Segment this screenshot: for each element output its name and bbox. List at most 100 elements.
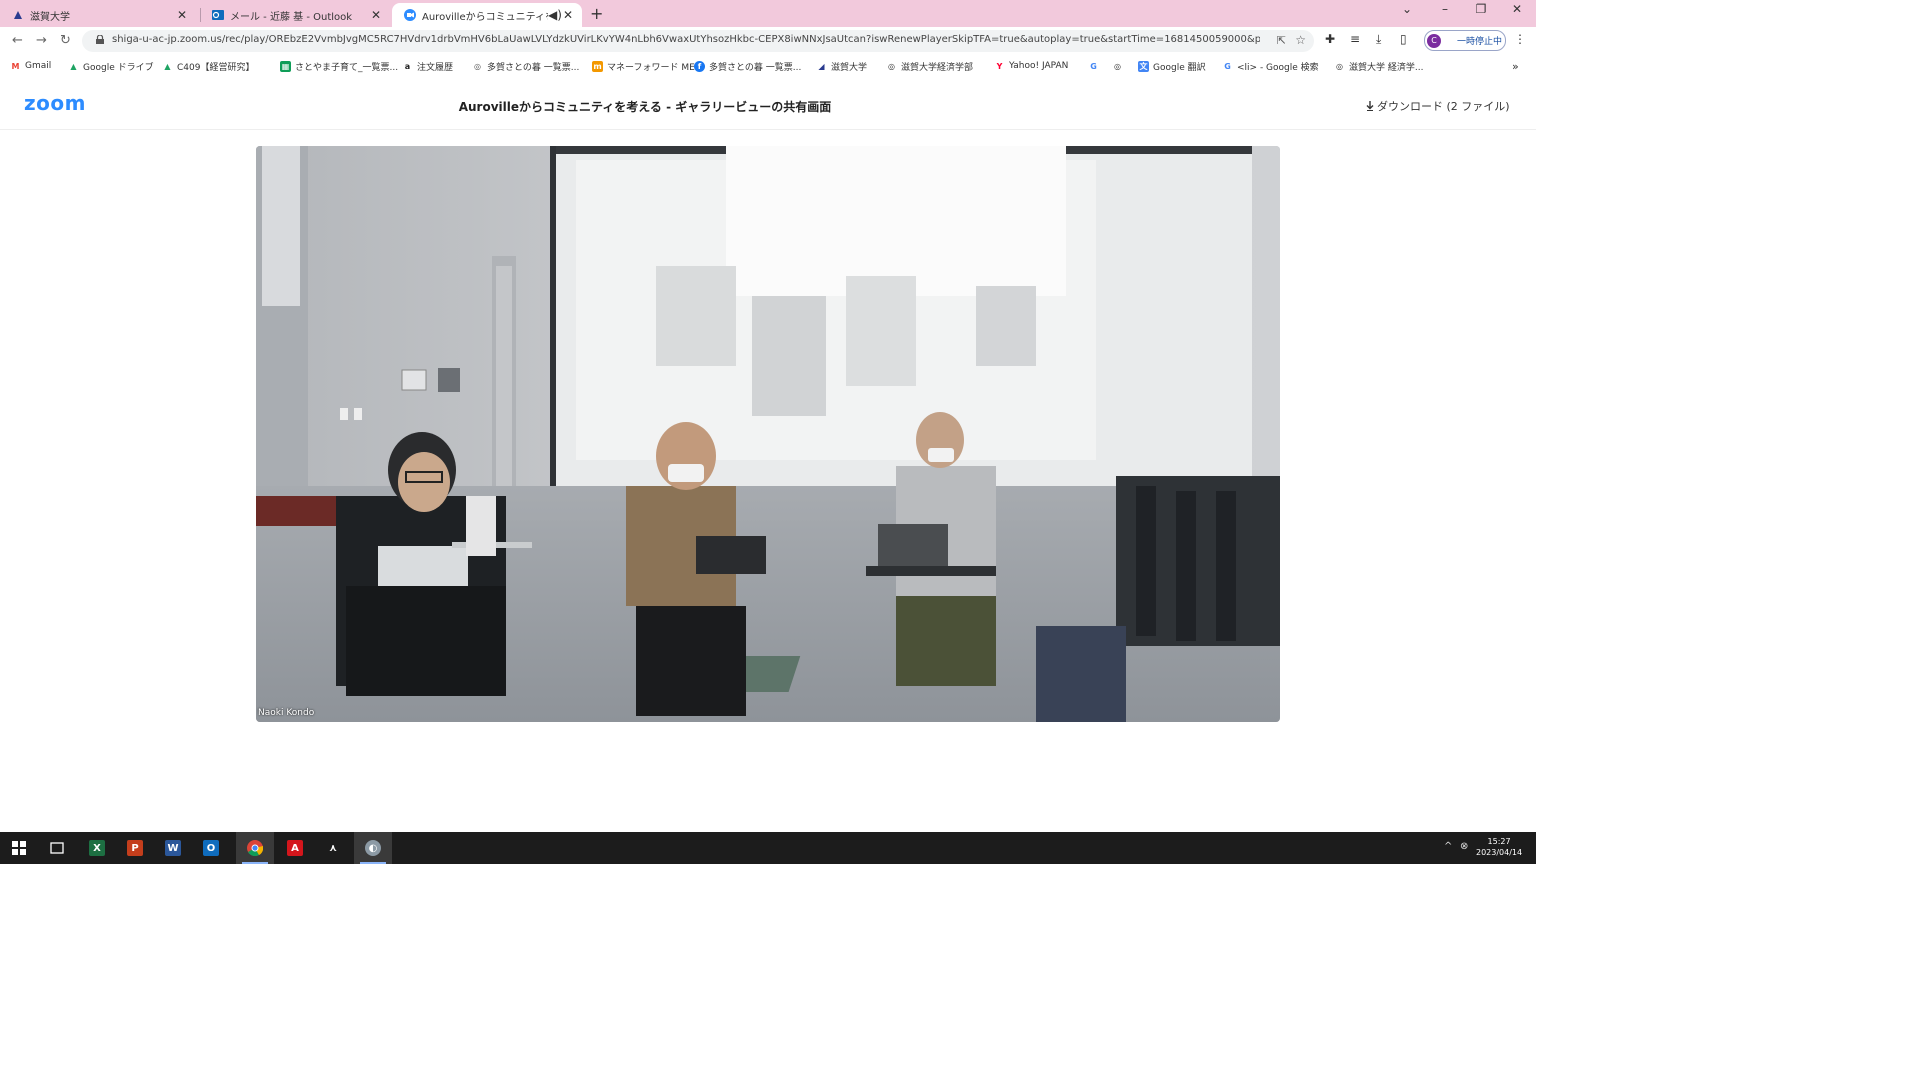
bookmark-label: 滋賀大学 経済学... — [1349, 62, 1424, 73]
close-window-icon[interactable]: ✕ — [1506, 2, 1528, 16]
url-text[interactable]: shiga-u-ac-jp.zoom.us/rec/play/OREbzE2Vv… — [112, 34, 1260, 45]
download-icon[interactable]: ⤓ — [1376, 32, 1381, 47]
browser-toolbar: ← → ↻ shiga-u-ac-jp.zoom.us/rec/play/ORE… — [0, 27, 1536, 55]
taskbar-acrobat[interactable]: A — [276, 832, 314, 864]
bookmark-label: 多賀さとの暮 一覧票... — [487, 62, 580, 73]
bookmark-item[interactable]: ▲ C409【経営研究】 — [162, 60, 254, 73]
bookmark-item[interactable]: ▲ Google ドライブ — [68, 60, 153, 73]
bookmark-item[interactable]: ◎ 滋賀大学経済学部 — [886, 60, 973, 73]
globe-icon: ◎ — [1114, 61, 1121, 71]
tab-title: 滋賀大学 — [30, 11, 70, 23]
bookmark-item[interactable]: ◢ 滋賀大学 — [816, 60, 868, 73]
sheets-icon: ▦ — [280, 60, 291, 72]
bookmarks-bar: M Gmail ▲ Google ドライブ ▲ C409【経営研究】 ▦ さとやま子育て… — [0, 55, 1536, 78]
bookmark-label: Google 翻訳 — [1153, 62, 1206, 73]
taskbar-excel[interactable]: X — [78, 832, 116, 864]
bookmark-label: 多賀さとの暮 一覧票... — [709, 62, 802, 73]
drive-icon: ▲ — [164, 61, 171, 71]
taskbar-chrome[interactable] — [236, 832, 274, 864]
yahoo-icon: Y — [996, 61, 1003, 71]
browser-tab-strip: 滋賀大学 ✕ メール - 近藤 基 - Outlook ✕ Aurovilleか… — [0, 0, 1536, 27]
bookmarks-overflow-icon[interactable]: » — [1512, 60, 1519, 73]
new-tab-button[interactable]: + — [590, 4, 603, 23]
download-label: ダウンロード (2 ファイル) — [1377, 100, 1510, 113]
bookmark-label: 注文履歴 — [417, 62, 454, 73]
taskbar-word[interactable]: W — [154, 832, 192, 864]
side-panel-icon[interactable]: ▯ — [1400, 32, 1407, 46]
active-app-indicator — [360, 862, 386, 864]
bookmark-item[interactable]: ▦ さとやま子育て_一覧票... — [280, 60, 399, 73]
google-icon: G — [1090, 61, 1097, 71]
bookmark-item[interactable]: G <li> - Google 検索 — [1222, 60, 1318, 73]
bookmark-label: Gmail — [25, 61, 52, 71]
page-title: Aurovilleからコミュニティを考える - ギャラリービューの共有画面 — [458, 100, 832, 114]
avatar: C — [1427, 33, 1441, 48]
menu-kebab-icon[interactable]: ⋮ — [1514, 32, 1526, 46]
globe-icon: ◎ — [1336, 61, 1343, 71]
bookmark-item[interactable]: M Gmail — [10, 60, 52, 72]
mf-icon: m — [592, 60, 603, 72]
close-tab-icon[interactable]: ✕ — [368, 8, 384, 22]
bookmark-label: Yahoo! JAPAN — [1009, 61, 1069, 71]
shiga-icon: ◢ — [818, 61, 825, 71]
minimize-window-icon[interactable]: – — [1434, 2, 1456, 16]
tab-title: メール - 近藤 基 - Outlook — [230, 11, 353, 23]
media-queue-icon[interactable]: ≡ — [1350, 32, 1360, 46]
bookmark-label: マネーフォワード ME — [607, 62, 695, 73]
excel-icon: X — [89, 840, 105, 856]
system-clock[interactable]: 15:27 2023/04/14 — [1476, 836, 1522, 858]
show-hidden-icons-icon[interactable]: ^ — [1444, 841, 1452, 852]
bookmark-item[interactable]: ◎ — [1112, 60, 1127, 72]
reload-icon[interactable]: ↻ — [60, 33, 71, 48]
task-view-button[interactable] — [38, 832, 76, 864]
bookmark-item[interactable]: m マネーフォワード ME — [592, 60, 695, 73]
chrome-icon — [247, 840, 263, 856]
speaker-name-label: Naoki Kondo — [258, 708, 315, 718]
start-icon — [12, 841, 26, 855]
back-arrow-icon[interactable]: ← — [12, 33, 23, 48]
tab-audio-icon[interactable]: ◀) — [548, 8, 562, 22]
taskbar-acrobat-reader[interactable]: ⋏ — [314, 832, 352, 864]
download-button[interactable]: ダウンロード (2 ファイル) — [1366, 98, 1510, 114]
forward-arrow-icon[interactable]: → — [36, 33, 47, 48]
extensions-puzzle-icon[interactable]: ✚ — [1325, 32, 1335, 46]
download-arrow-icon — [1366, 101, 1374, 111]
taskbar-powerpoint[interactable]: P — [116, 832, 154, 864]
translate-icon: 文 — [1138, 60, 1149, 72]
tab-title: Aurovilleからコミュニティを考える — [422, 11, 548, 23]
zoom-logo[interactable]: zoom — [24, 91, 86, 115]
facebook-icon: f — [694, 60, 705, 72]
globe-icon: ◎ — [474, 61, 481, 71]
taskbar-outlook[interactable]: O — [192, 832, 230, 864]
tab-zoom-recording[interactable]: Aurovilleからコミュニティを考える ◀) ✕ — [392, 3, 582, 27]
network-icon[interactable]: ⊗ — [1460, 841, 1468, 852]
drive-icon: ▲ — [70, 61, 77, 71]
close-tab-icon[interactable]: ✕ — [560, 8, 576, 22]
share-page-icon[interactable]: ⇱ — [1277, 34, 1286, 47]
tab-shiga-univ[interactable]: 滋賀大学 ✕ — [0, 3, 196, 27]
bookmark-label: 滋賀大学 — [831, 62, 868, 73]
taskbar-app[interactable]: ◐ — [354, 832, 392, 864]
bookmark-star-icon[interactable]: ☆ — [1295, 33, 1306, 47]
google-icon: G — [1224, 61, 1231, 71]
app-icon: ◐ — [365, 840, 381, 856]
acrobat-icon: A — [287, 840, 303, 856]
bookmark-item[interactable]: ◎ 多賀さとの暮 一覧票... — [472, 60, 580, 73]
bookmark-item[interactable]: a 注文履歴 — [402, 60, 454, 73]
recording-video-player[interactable]: Naoki Kondo — [256, 146, 1280, 722]
tab-search-icon[interactable]: ⌄ — [1396, 2, 1418, 16]
close-tab-icon[interactable]: ✕ — [174, 8, 190, 22]
bookmark-item[interactable]: G — [1088, 60, 1103, 72]
zoom-favicon-icon — [404, 9, 416, 21]
shiga-univ-favicon-icon — [12, 9, 24, 21]
bookmark-item[interactable]: f 多賀さとの暮 一覧票... — [694, 60, 802, 73]
bookmark-item[interactable]: 文 Google 翻訳 — [1138, 60, 1206, 73]
start-button[interactable] — [0, 832, 38, 864]
profile-button[interactable]: C 一時停止中 — [1424, 30, 1506, 51]
address-bar[interactable]: shiga-u-ac-jp.zoom.us/rec/play/OREbzE2Vv… — [82, 30, 1314, 52]
bookmark-item[interactable]: ◎ 滋賀大学 経済学... — [1334, 60, 1424, 73]
restore-window-icon[interactable]: ❐ — [1470, 2, 1492, 16]
bookmark-label: さとやま子育て_一覧票... — [295, 62, 399, 73]
tab-outlook[interactable]: メール - 近藤 基 - Outlook ✕ — [200, 3, 390, 27]
bookmark-item[interactable]: Y Yahoo! JAPAN — [994, 60, 1069, 72]
